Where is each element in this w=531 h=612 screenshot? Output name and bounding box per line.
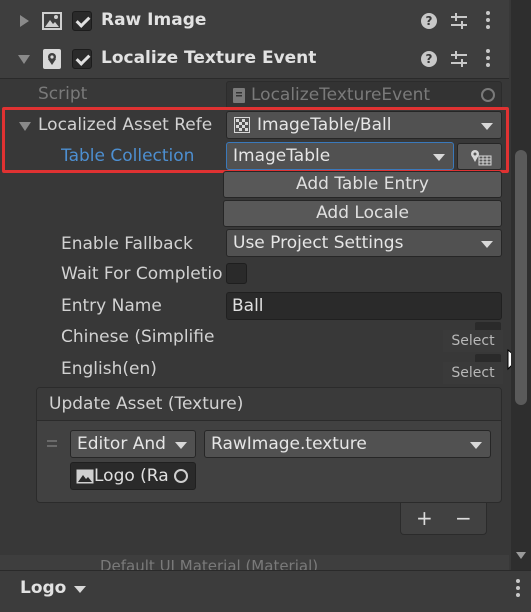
add-table-entry-button[interactable]: Add Table Entry — [223, 171, 502, 198]
chevron-down-icon — [74, 586, 86, 593]
chevron-down-icon — [175, 442, 187, 449]
texture-icon — [76, 469, 94, 484]
update-asset-event-panel: Update Asset (Texture) Editor And RawIma… — [36, 387, 502, 503]
runtime-mode-dropdown[interactable]: Editor And — [70, 430, 196, 458]
event-list-footer: + − — [400, 503, 487, 535]
more-icon[interactable] — [486, 49, 490, 70]
next-component-header: Default UI Material (Material) — [0, 555, 509, 570]
locale-english-select-button[interactable]: Select — [443, 362, 503, 384]
target-object-field[interactable]: Logo (Ra — [70, 462, 196, 490]
update-asset-title: Update Asset (Texture) — [49, 394, 244, 414]
script-value: LocalizeTextureEvent — [251, 85, 431, 105]
add-locale-button[interactable]: Add Locale — [223, 200, 502, 227]
wait-for-completion-label: Wait For Completio — [61, 264, 223, 284]
chevron-down-icon — [481, 241, 493, 248]
location-pin-icon — [42, 48, 62, 70]
object-picker-icon[interactable] — [481, 88, 495, 102]
foldout-arrow-icon[interactable] — [20, 15, 29, 27]
add-event-button[interactable]: + — [416, 506, 433, 530]
function-value: RawImage.texture — [211, 434, 367, 454]
preview-bar: Logo — [0, 570, 531, 612]
sliders-icon[interactable] — [451, 13, 467, 29]
scrollbar-thumb[interactable] — [515, 150, 527, 405]
script-label: Script — [38, 84, 88, 104]
script-field: LocalizeTextureEvent — [226, 81, 502, 109]
more-icon[interactable] — [486, 11, 490, 32]
script-asset-icon — [233, 88, 245, 103]
function-dropdown[interactable]: RawImage.texture — [204, 430, 491, 458]
raw-image-header[interactable]: Raw Image ? — [0, 0, 509, 43]
localize-texture-event-title: Localize Texture Event — [101, 48, 317, 68]
help-icon[interactable]: ? — [421, 51, 437, 67]
enable-fallback-label: Enable Fallback — [61, 234, 193, 254]
next-component-title: Default UI Material (Material) — [100, 557, 319, 570]
entry-name-label: Entry Name — [61, 296, 162, 316]
raw-image-title: Raw Image — [101, 10, 207, 30]
locale-english-label: English(en) — [61, 359, 157, 379]
remove-event-button[interactable]: − — [455, 506, 472, 530]
localize-texture-event-header[interactable]: Localize Texture Event ? — [0, 42, 509, 79]
locale-chinese-label: Chinese (Simplifie — [61, 327, 215, 347]
chevron-down-icon — [470, 442, 482, 449]
target-object-value: Logo (Ra — [94, 466, 169, 486]
entry-name-field[interactable]: Ball — [226, 292, 502, 320]
raw-image-enabled-checkbox[interactable] — [72, 11, 92, 31]
foldout-arrow-icon[interactable] — [18, 55, 30, 64]
enable-fallback-value: Use Project Settings — [233, 233, 404, 253]
update-asset-header: Update Asset (Texture) — [37, 388, 501, 421]
drag-handle-icon[interactable] — [47, 440, 57, 447]
sliders-icon[interactable] — [451, 51, 467, 67]
wait-for-completion-checkbox[interactable] — [226, 263, 247, 284]
scroll-down-arrow-icon[interactable] — [516, 552, 526, 559]
highlight-box — [2, 107, 509, 173]
more-icon[interactable] — [516, 579, 520, 600]
enable-fallback-dropdown[interactable]: Use Project Settings — [226, 229, 502, 257]
runtime-mode-value: Editor And — [77, 434, 166, 454]
help-icon[interactable]: ? — [421, 13, 437, 29]
entry-name-value: Ball — [232, 296, 264, 316]
locale-chinese-select-button[interactable]: Select — [443, 330, 503, 352]
preview-object-label: Logo — [20, 578, 67, 598]
localize-texture-event-enabled-checkbox[interactable] — [72, 49, 92, 69]
preview-object-dropdown[interactable]: Logo — [10, 575, 94, 603]
inspector-scrollbar[interactable] — [511, 0, 531, 570]
object-picker-icon[interactable] — [174, 469, 188, 483]
image-icon — [42, 12, 62, 30]
